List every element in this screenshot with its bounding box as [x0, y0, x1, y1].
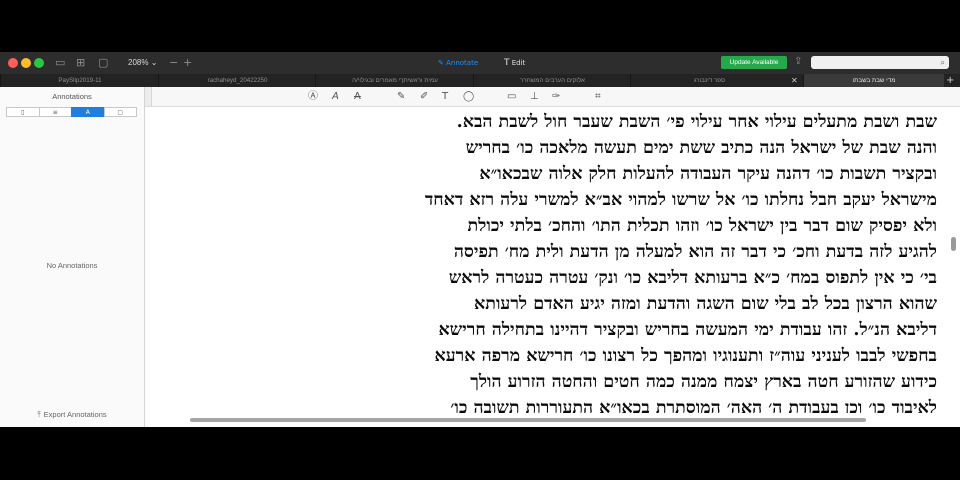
- search-icon: ⌕: [940, 58, 945, 67]
- no-annotations-text: No Annotations: [46, 261, 98, 270]
- note-icon[interactable]: ▭: [507, 90, 516, 103]
- chevron-down-icon: ⌄: [150, 58, 158, 67]
- search-field[interactable]: ⌕: [811, 56, 949, 69]
- tab-bar: PaySlip2019-11 rachaheyd_20422250 עמית ו…: [0, 74, 960, 87]
- signature-icon[interactable]: ✑: [552, 90, 560, 103]
- sidebar-title: Annotations: [52, 92, 92, 101]
- horizontal-scrollbar[interactable]: [190, 418, 866, 422]
- stamp-icon[interactable]: ⊥: [530, 90, 539, 103]
- annotation-filter-segmented-control: ▯ ≡ A ▢: [6, 107, 137, 117]
- edit-label: Edit: [511, 59, 526, 67]
- italic-text-icon[interactable]: A: [332, 90, 339, 103]
- vertical-scrollbar[interactable]: [951, 237, 956, 251]
- shapes-icon[interactable]: ◯: [463, 90, 474, 103]
- zoom-out-icon[interactable]: −: [169, 56, 178, 70]
- zoom-level: 208%: [128, 58, 149, 67]
- export-annotations-button[interactable]: ⤒ Export Annotations: [0, 410, 144, 420]
- text-line: והנה שבת של ישראל הנה כתיב ששת ימים תעשה…: [465, 138, 937, 158]
- export-icon: ⤒: [37, 410, 41, 419]
- tab-document-4[interactable]: אלוקים הערבים המשחרר: [473, 74, 631, 87]
- text-line: בי׳ כי אין לתפוס במח׳ כ״א ברעותא דליבא כ…: [448, 268, 937, 288]
- new-tab-icon[interactable]: +: [946, 74, 954, 87]
- text-line: לאיבוד כו׳ וכן בעבודת ה׳ האה׳ המוסתרת בכ…: [450, 398, 937, 413]
- bookmark-filter-icon[interactable]: ▯: [6, 107, 40, 117]
- tab-active-document[interactable]: מדי שבת בשבתו: [803, 74, 944, 87]
- tab-document-3[interactable]: עמית וראשיתךי מאמרים ובגילוי/ה: [315, 74, 474, 87]
- highlighter-icon[interactable]: ✐: [420, 90, 428, 103]
- sidebar-icon[interactable]: ▭: [55, 56, 65, 70]
- text-line: ולא יפסיק שום דבר בין ישראל כו׳ וזהו תכל…: [467, 216, 937, 236]
- text-line: מישראל יעקב חבל נחלתו כו׳ אל שרשו למהוי …: [424, 190, 937, 210]
- note-filter-icon[interactable]: ▢: [103, 107, 137, 117]
- close-window-button[interactable]: [8, 58, 18, 68]
- list-filter-icon[interactable]: ≡: [38, 107, 72, 117]
- crop-icon[interactable]: ⌗: [595, 90, 601, 103]
- toolbar-handle: [145, 87, 152, 106]
- zoom-in-icon[interactable]: +: [183, 56, 192, 70]
- annotations-sidebar: Annotations ▯ ≡ A ▢ No Annotations ⤒ Expo…: [0, 87, 145, 427]
- text-filter-icon[interactable]: A: [71, 107, 105, 117]
- text-line: ובקציר תשבות כו׳ דהנה עיקר העבודה להעלות…: [479, 164, 937, 184]
- close-tab-icon[interactable]: ✕: [791, 74, 798, 87]
- app-window: ▭ ⊞ ▢ 208% ⌄ − + ✎ Annotate T Edit Updat…: [0, 52, 960, 427]
- strikethrough-text-icon[interactable]: A: [354, 90, 361, 103]
- pages-icon[interactable]: ▢: [98, 56, 108, 70]
- annotate-mode-button[interactable]: ✎ Annotate: [438, 56, 478, 70]
- annotate-icon: ✎: [438, 59, 444, 67]
- tab-document-5[interactable]: ספר דינבורג: [630, 74, 788, 87]
- title-bar: ▭ ⊞ ▢ 208% ⌄ − + ✎ Annotate T Edit Updat…: [0, 52, 960, 75]
- pdf-page: שבת ושבת מתעלים עילוי אחר עילוי פי׳ השבת…: [167, 109, 937, 413]
- text-style-icon[interactable]: Ⓐ: [308, 90, 318, 103]
- text-line: כידוע שהזורע חטה בארץ יצמח ממנה כמה חטים…: [470, 372, 937, 392]
- tab-rachaheyd[interactable]: rachaheyd_20422250: [158, 74, 316, 87]
- update-available-button[interactable]: Update Available: [721, 56, 787, 69]
- text-line: שהוא הרצון בכל לב בלי שום השגה והדעת ומז…: [474, 294, 937, 314]
- zoom-level-select[interactable]: 208% ⌄: [128, 56, 157, 70]
- share-icon[interactable]: ⇪: [794, 55, 802, 69]
- maximize-window-button[interactable]: [34, 58, 44, 68]
- edit-mode-button[interactable]: T Edit: [504, 56, 525, 70]
- text-line: להגיע לזה בדעת וחכ׳ כי דבר זה הוא למעלה …: [453, 242, 937, 262]
- grid-icon[interactable]: ⊞: [76, 56, 85, 70]
- text-box-icon[interactable]: T: [442, 90, 448, 103]
- annotation-toolbar: Ⓐ A A ✎ ✐ T ◯ ▭ ⊥ ✑ ⌗: [145, 87, 960, 107]
- text-line: דליבא הנ״ל. זהו עבודת ימי המעשה בחריש וב…: [438, 320, 937, 340]
- text-line: שבת ושבת מתעלים עילוי אחר עילוי פי׳ השבת…: [456, 112, 937, 132]
- minimize-window-button[interactable]: [21, 58, 31, 68]
- export-annotations-label: Export Annotations: [43, 410, 107, 419]
- tab-payslip[interactable]: PaySlip2019-11: [0, 74, 159, 87]
- text-tool-icon: T: [504, 58, 510, 68]
- text-line: בחפשי לבבו לעניני עוה״ז ותענוגיו ומהפך כ…: [434, 346, 937, 366]
- annotate-label: Annotate: [446, 59, 479, 67]
- document-area: Ⓐ A A ✎ ✐ T ◯ ▭ ⊥ ✑ ⌗ שבת ושבת מתעלים עי…: [145, 87, 960, 427]
- pen-icon[interactable]: ✎: [397, 90, 405, 103]
